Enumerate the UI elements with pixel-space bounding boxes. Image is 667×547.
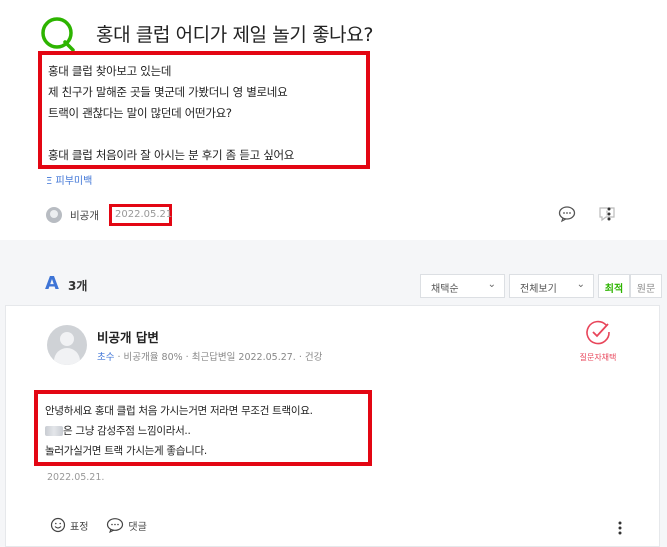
answerer-avatar <box>47 325 87 365</box>
question-title: 홍대 클럽 어디가 제일 놀기 좋나요? <box>96 24 374 46</box>
comment-icon <box>107 518 124 533</box>
question-date-highlight: 2022.05.21 <box>109 204 172 226</box>
questioner-choice-badge: 질문자채택 <box>573 320 623 363</box>
answer-count: 3개 <box>68 279 88 293</box>
question-date: 2022.05.21 <box>115 209 173 220</box>
emoji-label: 표정 <box>70 521 89 533</box>
answerer-info: 초수 · 비공개율 80% · 최근답변일 2022.05.27. · 건강 <box>97 349 322 363</box>
question-body-line: 제 친구가 말해준 곳들 몇군데 가봤더니 영 별로네요 <box>48 85 288 99</box>
choice-label: 질문자채택 <box>579 353 617 362</box>
answer-body-line-text: 은 그냥 감성주점 느낌이라서.. <box>63 425 191 437</box>
question-body-highlight: 홍대 클럽 찾아보고 있는데 제 친구가 말해준 곳들 몇군데 가봤더니 영 별… <box>38 51 370 169</box>
choice-check-icon <box>586 320 610 345</box>
blurred-text <box>45 426 63 436</box>
sort-select-value: 채택순 <box>431 284 459 295</box>
more-options-icon[interactable] <box>612 518 628 538</box>
question-q-icon <box>41 17 75 52</box>
answer-actions: 표정 댓글 <box>50 517 147 533</box>
tab-original[interactable]: 원문 <box>630 274 662 298</box>
answerer-grade: 초수 <box>97 352 115 363</box>
question-body-line: 홍대 클럽 찾아보고 있는데 <box>48 64 172 78</box>
comment-button[interactable]: 댓글 <box>106 517 147 533</box>
chevron-down-icon: ⌄ <box>576 279 585 290</box>
view-select[interactable]: 전체보기 ⌄ <box>509 274 594 298</box>
tag-icon: Ξ <box>46 176 53 187</box>
emoji-button[interactable]: 표정 <box>50 517 88 533</box>
question-meta: 비공개 <box>46 204 99 226</box>
question-body-line: 트랙이 괜찮다는 말이 많던데 어떤가요? <box>48 106 232 120</box>
avatar-head <box>60 332 74 346</box>
answers-header: A 3개 채택순 ⌄ 전체보기 ⌄ 최적 원문 <box>0 265 667 305</box>
question-author: 비공개 <box>70 209 99 222</box>
question-tag[interactable]: Ξ 피부미백 <box>46 172 92 187</box>
question-body-line: 홍대 클럽 처음이라 잘 아시는 분 후기 좀 듣고 싶어요 <box>48 148 295 162</box>
answer-body-line: 안녕하세요 홍대 클럽 처음 가시는거면 저라면 무조건 트랙이요. <box>45 405 313 417</box>
answer-a-icon: A <box>45 273 59 294</box>
answer-body-highlight: 안녕하세요 홍대 클럽 처음 가시는거면 저라면 무조건 트랙이요. 은 그냥 … <box>34 390 372 466</box>
answer-body-line: 놀러가실거면 트랙 가시는게 좋습니다. <box>45 445 207 457</box>
smile-icon <box>50 517 66 533</box>
avatar-body <box>54 348 80 365</box>
comment-label: 댓글 <box>128 521 147 533</box>
more-options-icon[interactable] <box>601 204 617 224</box>
answerer-stats: · 비공개율 80% · 최근답변일 2022.05.27. · 건강 <box>114 352 323 363</box>
question-body-line <box>48 124 366 145</box>
question-section: 홍대 클럽 어디가 제일 놀기 좋나요? 홍대 클럽 찾아보고 있는데 제 친구… <box>0 0 667 240</box>
tab-original-label: 원문 <box>636 284 656 295</box>
view-select-value: 전체보기 <box>520 284 557 295</box>
answer-date: 2022.05.21. <box>47 472 105 483</box>
tag-label: 피부미백 <box>55 176 93 187</box>
tab-latest[interactable]: 최적 <box>598 274 630 298</box>
author-avatar <box>46 207 62 223</box>
answer-body-line: 은 그냥 감성주점 느낌이라서.. <box>45 421 368 441</box>
answer-card: 비공개 답변 초수 · 비공개율 80% · 최근답변일 2022.05.27.… <box>5 305 660 547</box>
answerer-name: 비공개 답변 <box>97 330 159 345</box>
comment-icon[interactable] <box>557 204 577 224</box>
sort-select[interactable]: 채택순 ⌄ <box>420 274 505 298</box>
tab-latest-label: 최적 <box>604 284 624 295</box>
chevron-down-icon: ⌄ <box>487 279 496 290</box>
